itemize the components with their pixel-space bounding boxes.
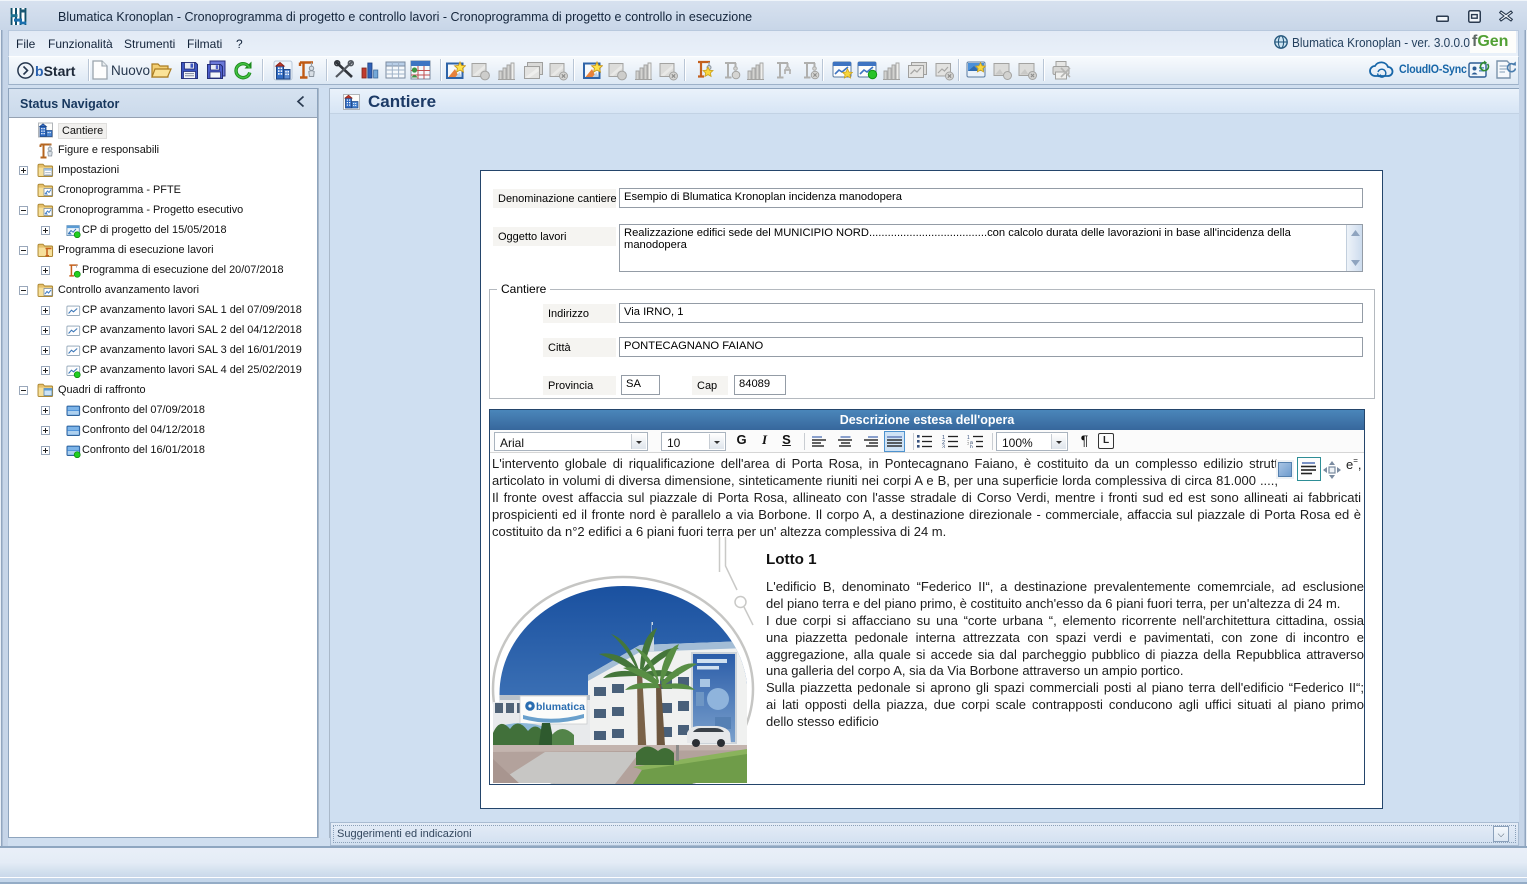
svg-text:b: b <box>970 445 973 449</box>
svg-text:3: 3 <box>942 445 945 449</box>
svg-text:blumatica: blumatica <box>536 701 585 713</box>
